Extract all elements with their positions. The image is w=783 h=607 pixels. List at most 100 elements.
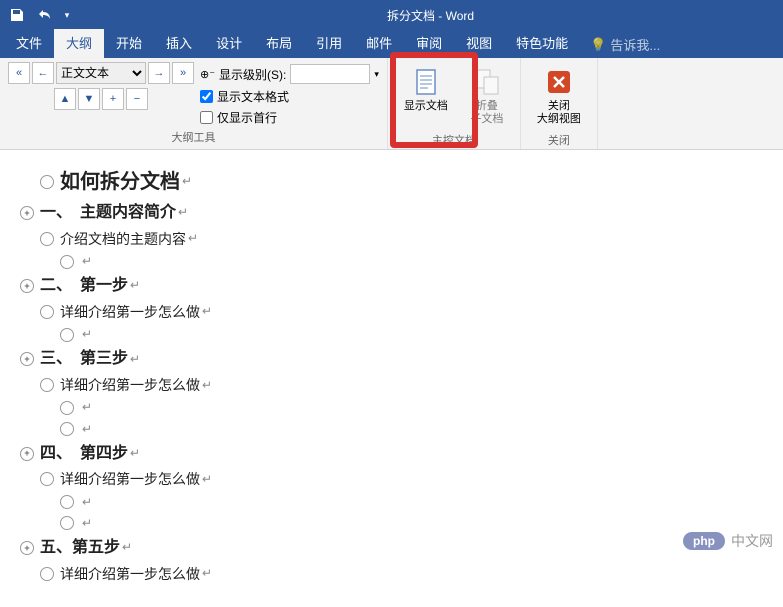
bullet-icon — [60, 495, 74, 509]
pilcrow-icon: ↵ — [82, 252, 92, 271]
bullet-icon — [40, 232, 54, 246]
document-icon — [410, 66, 442, 98]
bullet-icon — [40, 305, 54, 319]
lightbulb-icon: 💡 — [590, 37, 606, 53]
bullet-icon — [40, 175, 54, 189]
bullet-icon — [60, 255, 74, 269]
show-level-icon: ⊕⁻ — [200, 68, 215, 81]
bullet-icon — [40, 472, 54, 486]
heading-3[interactable]: 三、 第三步 — [40, 346, 128, 372]
pilcrow-icon: ↵ — [82, 514, 92, 533]
tab-outline[interactable]: 大纲 — [54, 29, 104, 58]
promote-button[interactable]: ← — [32, 62, 54, 84]
show-level-label: 显示级别(S): — [219, 66, 286, 83]
document-area[interactable]: 如何拆分文档↵ 一、 主题内容简介↵ 介绍文档的主题内容↵ ↵ 二、 第一步↵ … — [0, 150, 783, 607]
pilcrow-icon: ↵ — [82, 398, 92, 417]
show-firstline-label: 仅显示首行 — [217, 109, 277, 126]
show-firstline-checkbox[interactable] — [200, 111, 213, 124]
close-outline-button[interactable]: 关闭大纲视图 — [529, 62, 589, 130]
heading-2[interactable]: 二、 第一步 — [40, 273, 128, 299]
expand-icon[interactable] — [20, 279, 34, 293]
dropdown-icon[interactable]: ▾ — [374, 69, 379, 80]
tab-special[interactable]: 特色功能 — [504, 29, 580, 58]
show-format-checkbox[interactable] — [200, 90, 213, 103]
pilcrow-icon: ↵ — [202, 470, 212, 489]
close-label: 关闭大纲视图 — [537, 100, 581, 126]
body-text[interactable]: 详细介绍第一步怎么做 — [60, 301, 200, 323]
tab-layout[interactable]: 布局 — [254, 29, 304, 58]
group-label-master: 主控文档 — [396, 130, 512, 148]
title-bar: ▾ 拆分文档 - Word — [0, 0, 783, 30]
bullet-icon — [60, 422, 74, 436]
tab-view[interactable]: 视图 — [454, 29, 504, 58]
body-text[interactable]: 详细介绍第一步怎么做 — [60, 468, 200, 490]
close-icon — [543, 66, 575, 98]
doc-title[interactable]: 如何拆分文档 — [60, 166, 180, 198]
pilcrow-icon: ↵ — [202, 302, 212, 321]
tab-references[interactable]: 引用 — [304, 29, 354, 58]
tab-file[interactable]: 文件 — [4, 29, 54, 58]
bullet-icon — [60, 516, 74, 530]
save-button[interactable] — [4, 3, 30, 27]
group-master-document: 显示文档 折叠子文档 主控文档 — [388, 58, 521, 149]
show-document-button[interactable]: 显示文档 — [396, 62, 456, 117]
move-up-button[interactable]: ▲ — [54, 88, 76, 110]
expand-button[interactable]: + — [102, 88, 124, 110]
tab-review[interactable]: 审阅 — [404, 29, 454, 58]
pilcrow-icon: ↵ — [202, 376, 212, 395]
show-level-input[interactable] — [290, 64, 370, 84]
body-text[interactable]: 介绍文档的主题内容 — [60, 228, 186, 250]
outline-level-select[interactable]: 正文文本 — [56, 62, 146, 84]
collapse-subdoc-button[interactable]: 折叠子文档 — [462, 62, 512, 130]
tab-design[interactable]: 设计 — [204, 29, 254, 58]
heading-1[interactable]: 一、 主题内容简介 — [40, 200, 176, 226]
tab-mailings[interactable]: 邮件 — [354, 29, 404, 58]
bullet-icon — [40, 567, 54, 581]
show-doc-label: 显示文档 — [404, 100, 448, 113]
pilcrow-icon: ↵ — [130, 350, 140, 369]
heading-5[interactable]: 五、第五步 — [40, 535, 120, 561]
expand-icon[interactable] — [20, 352, 34, 366]
demote-body-button[interactable]: » — [172, 62, 194, 84]
ribbon-tabs: 文件 大纲 开始 插入 设计 布局 引用 邮件 审阅 视图 特色功能 💡 告诉我… — [0, 30, 783, 58]
tab-home[interactable]: 开始 — [104, 29, 154, 58]
watermark-text: 中文网 — [731, 531, 773, 551]
expand-icon[interactable] — [20, 206, 34, 220]
body-text[interactable]: 详细介绍第一步怎么做 — [60, 374, 200, 396]
group-outline-tools: « ← 正文文本 → » ▲ ▼ + − — [0, 58, 388, 149]
pilcrow-icon: ↵ — [82, 493, 92, 512]
move-down-button[interactable]: ▼ — [78, 88, 100, 110]
php-badge: php — [683, 532, 725, 550]
body-text[interactable]: 详细介绍第一步怎么做 — [60, 563, 200, 585]
qat-customize-icon[interactable]: ▾ — [60, 3, 74, 27]
pilcrow-icon: ↵ — [130, 444, 140, 463]
expand-icon[interactable] — [20, 447, 34, 461]
pilcrow-icon: ↵ — [122, 538, 132, 557]
undo-button[interactable] — [32, 3, 58, 27]
tab-insert[interactable]: 插入 — [154, 29, 204, 58]
pilcrow-icon: ↵ — [188, 229, 198, 248]
pilcrow-icon: ↵ — [202, 564, 212, 583]
window-title: 拆分文档 - Word — [78, 7, 783, 24]
quick-access-toolbar: ▾ — [0, 3, 78, 27]
watermark: php 中文网 — [683, 531, 773, 551]
tell-me[interactable]: 💡 告诉我... — [590, 35, 660, 58]
heading-4[interactable]: 四、 第四步 — [40, 441, 128, 467]
demote-button[interactable]: → — [148, 62, 170, 84]
collapse-subdoc-label: 折叠子文档 — [470, 100, 503, 126]
bullet-icon — [60, 401, 74, 415]
ribbon: « ← 正文文本 → » ▲ ▼ + − — [0, 58, 783, 150]
promote-heading-button[interactable]: « — [8, 62, 30, 84]
tell-me-label: 告诉我... — [610, 35, 660, 54]
pilcrow-icon: ↵ — [182, 172, 192, 191]
bullet-icon — [40, 378, 54, 392]
bullet-icon — [60, 328, 74, 342]
group-label-outline: 大纲工具 — [8, 127, 379, 145]
pilcrow-icon: ↵ — [82, 325, 92, 344]
pilcrow-icon: ↵ — [130, 276, 140, 295]
show-format-label: 显示文本格式 — [217, 88, 289, 105]
pilcrow-icon: ↵ — [82, 420, 92, 439]
collapse-button[interactable]: − — [126, 88, 148, 110]
expand-icon[interactable] — [20, 541, 34, 555]
pilcrow-icon: ↵ — [178, 203, 188, 222]
